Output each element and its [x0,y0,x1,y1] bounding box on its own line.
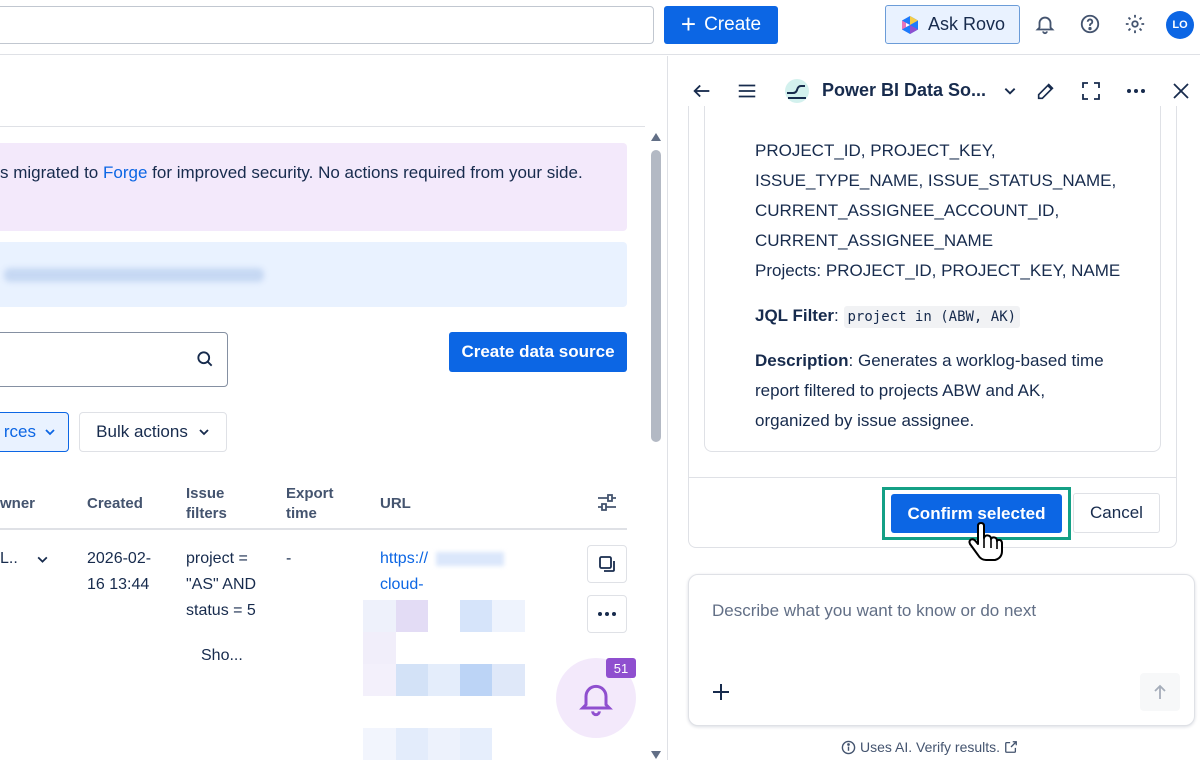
create-button-label: Create [704,14,762,35]
chat-composer[interactable]: Describe what you want to know or do nex… [688,574,1195,726]
fields-line: PROJECT_ID, PROJECT_KEY, [755,141,996,160]
rovo-chat-panel: Power BI Data So... PROJECT_ID, PROJECT_… [667,56,1200,760]
forge-link[interactable]: Forge [103,163,147,182]
info-banner [0,242,627,307]
ask-rovo-button[interactable]: Ask Rovo [885,5,1020,44]
sources-filter-button[interactable]: rces [0,412,69,452]
data-source-search-input[interactable] [0,332,228,387]
more-actions-button[interactable] [587,595,627,633]
bulk-actions-label: Bulk actions [96,422,188,441]
jql-filter-line: JQL Filter: project in (ABW, AK) [755,301,1021,332]
jql-filter-label: JQL Filter [755,306,835,325]
column-header-export-time[interactable]: Export time [286,484,334,524]
bell-icon [579,684,613,717]
description-label: Description [755,351,849,370]
notification-count-badge: 51 [606,658,636,678]
user-avatar[interactable]: LO [1166,11,1194,39]
cancel-button[interactable]: Cancel [1073,493,1160,533]
issue-filters-header-line2: filters [186,505,227,522]
filter-line: status = 5 [186,602,256,619]
global-search-input[interactable] [0,6,654,44]
top-navigation-bar: + Create Ask Rovo LO [0,0,1200,55]
ai-disclaimer-text: Uses AI. Verify results. [860,739,1001,755]
created-cell: 2026-02- 16 13:44 [87,546,151,598]
column-header-owner[interactable]: wner [0,494,35,514]
forge-migration-banner: s migrated to Forge for improved securit… [0,143,627,231]
add-attachment-plus-icon[interactable] [711,679,731,707]
bulk-actions-button[interactable]: Bulk actions [79,412,227,452]
created-time: 16 13:44 [87,576,150,593]
chevron-down-icon [45,429,55,436]
url-line: https:// [380,550,429,567]
column-header-url[interactable]: URL [380,494,411,514]
fields-line: CURRENT_ASSIGNEE_NAME [755,231,994,250]
back-arrow-icon[interactable] [690,79,714,103]
sources-filter-label: rces [3,422,36,441]
jql-filter-code: project in (ABW, AK) [843,306,1021,328]
data-sources-page: s migrated to Forge for improved securit… [0,56,666,760]
copy-button[interactable] [587,545,627,583]
table-header-divider [0,528,627,530]
expand-fullscreen-icon[interactable] [1079,79,1103,103]
blurred-banner-text [4,268,264,282]
arrow-up-icon [1154,684,1166,699]
banner-text-start: s migrated to [0,163,103,182]
agent-logo-icon [782,79,812,103]
edit-icon[interactable] [1034,79,1058,103]
scroll-down-arrow-icon[interactable] [650,750,662,760]
create-button[interactable]: + Create [664,6,778,44]
url-line: cloud- [380,576,424,593]
plus-icon: + [680,8,697,39]
url-link[interactable]: https:// cloud- [380,546,428,598]
chevron-down-icon[interactable] [998,79,1022,103]
export-time-cell: - [286,550,292,567]
column-header-issue-filters[interactable]: Issue filters [186,484,227,524]
external-link-icon[interactable] [1004,740,1018,754]
search-icon [197,351,213,367]
more-horizontal-icon [598,612,616,616]
description-line: report filtered to projects ABW and AK, [755,381,1046,400]
menu-hamburger-icon[interactable] [735,79,759,103]
column-header-created[interactable]: Created [87,494,143,514]
ai-disclaimer: Uses AI. Verify results. [841,739,1018,755]
created-date: 2026-02- [87,550,152,567]
send-button[interactable] [1140,673,1180,711]
projects-fields-line: Projects: PROJECT_ID, PROJECT_KEY, NAME [755,261,1121,280]
fields-line: CURRENT_ASSIGNEE_ACCOUNT_ID, [755,201,1060,220]
actions-divider [688,477,1177,478]
create-data-source-button[interactable]: Create data source [449,332,627,372]
close-icon[interactable] [1169,79,1193,103]
issue-filter-cell: project = "AS" AND status = 5 [186,546,256,624]
filter-line: project = [186,550,248,567]
panel-title[interactable]: Power BI Data So... [822,80,986,101]
info-icon [841,740,856,754]
chevron-down-icon[interactable] [36,553,49,566]
owner-cell: L.. [0,550,18,567]
show-more-link[interactable]: Sho... [201,643,243,669]
notifications-bell-icon[interactable] [1033,12,1057,36]
more-options-icon[interactable] [1124,79,1148,103]
settings-gear-icon[interactable] [1123,12,1147,36]
issue-filters-header-line1: Issue [186,485,225,502]
scrollbar-thumb[interactable] [651,150,661,442]
export-time-header-line1: Export [286,485,334,502]
banner-text-end: for improved security. No actions requir… [147,163,583,182]
rovo-logo-icon [901,15,918,34]
chevron-down-icon [199,429,209,436]
fields-line: ISSUE_TYPE_NAME, ISSUE_STATUS_NAME, [755,171,1117,190]
description-line: Description: Generates a worklog-based t… [755,346,1104,376]
hand-pointer-cursor-icon [968,522,1003,561]
column-settings-icon[interactable] [596,492,618,519]
filter-line: "AS" AND [186,576,257,593]
copy-icon [599,556,615,572]
composer-placeholder: Describe what you want to know or do nex… [712,601,1037,620]
description-text: : Generates a worklog-based time [848,351,1104,370]
description-line: organized by issue assignee. [755,411,975,430]
ask-rovo-label: Ask Rovo [927,14,1006,34]
header-divider [0,126,645,127]
export-time-header-line2: time [286,505,317,522]
scroll-up-arrow-icon[interactable] [650,132,662,142]
help-icon[interactable] [1078,12,1102,36]
